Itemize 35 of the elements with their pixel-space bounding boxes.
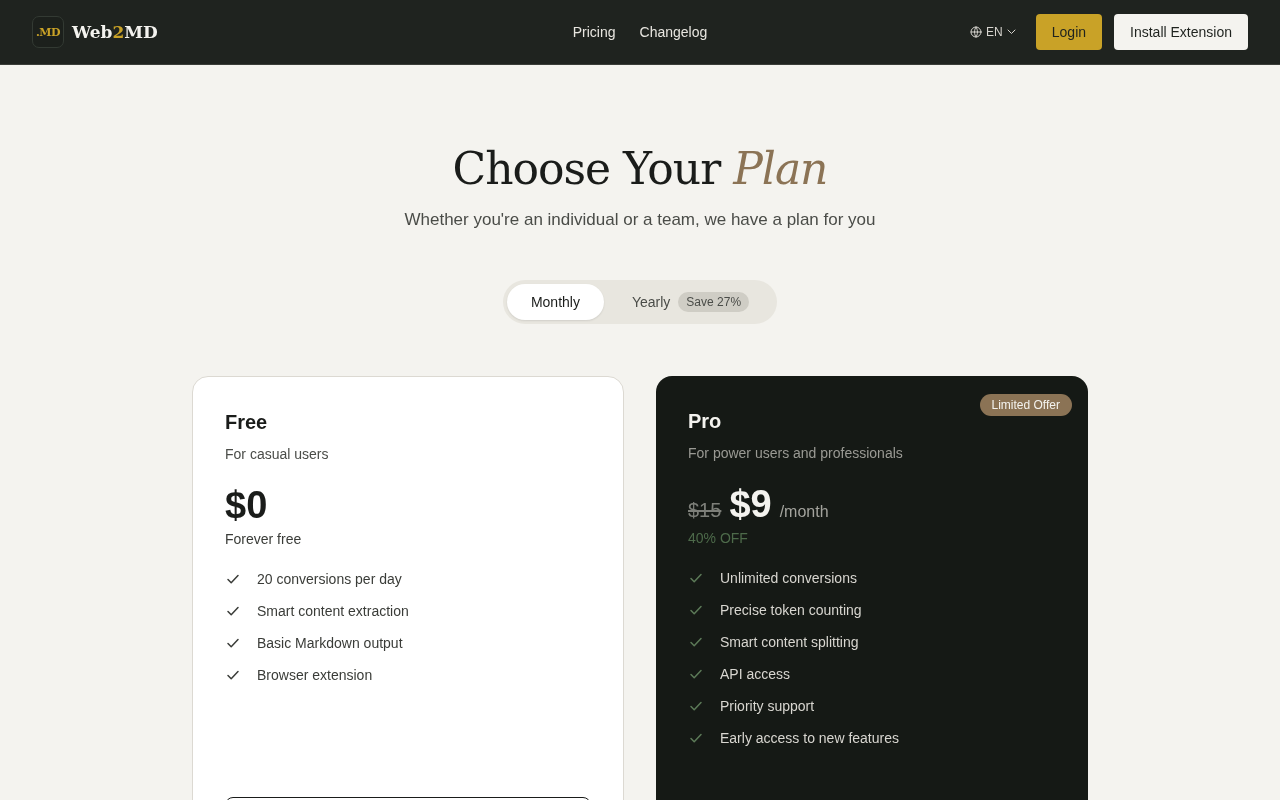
nav-link[interactable]: Pricing: [572, 24, 616, 40]
page-title: Choose Your Plan: [452, 143, 828, 194]
brand-name: Web2MD: [72, 22, 158, 42]
plan-name: Pro: [688, 410, 723, 433]
feature-text: Smart content extraction: [257, 603, 409, 619]
login-button[interactable]: Login: [1035, 14, 1103, 50]
discount-label: 40% OFF: [688, 530, 749, 546]
feature-text: 20 conversions per day: [257, 571, 402, 587]
billing-tab[interactable]: Monthly: [506, 284, 604, 320]
original-price: $15: [688, 499, 722, 522]
plan-price: $9: [729, 483, 772, 526]
feature-text: Unlimited conversions: [720, 570, 857, 586]
offer-badge: Limited Offer: [979, 394, 1072, 416]
billing-tab[interactable]: Yearly Save 27%: [607, 284, 774, 320]
feature-text: Smart content splitting: [720, 634, 859, 650]
globe-icon: [970, 26, 983, 38]
feature-text: Precise token counting: [720, 602, 862, 618]
nav-link[interactable]: Changelog: [639, 24, 708, 40]
plan-description: For casual users: [225, 446, 330, 462]
chevron-down-icon: [1006, 29, 1016, 35]
language-selector[interactable]: EN: [970, 25, 1016, 39]
price-period: /month: [779, 503, 829, 521]
plan-description: For power users and professionals: [688, 445, 904, 461]
feature-text: Early access to new features: [720, 730, 899, 746]
feature-text: Browser extension: [257, 667, 373, 683]
feature-text: API access: [720, 666, 791, 682]
feature-text: Basic Markdown output: [257, 635, 403, 651]
savings-badge: Save 27%: [678, 292, 750, 312]
page-subtitle: Whether you're an individual or a team, we have a plan for you: [404, 210, 876, 230]
logo-mark: .MD: [32, 16, 64, 48]
feature-text: Priority support: [720, 698, 815, 714]
plan-price: $0: [225, 484, 268, 527]
install-extension-button[interactable]: Install Extension: [1114, 14, 1248, 50]
plan-name: Free: [225, 411, 269, 434]
price-note: Forever free: [225, 531, 303, 547]
